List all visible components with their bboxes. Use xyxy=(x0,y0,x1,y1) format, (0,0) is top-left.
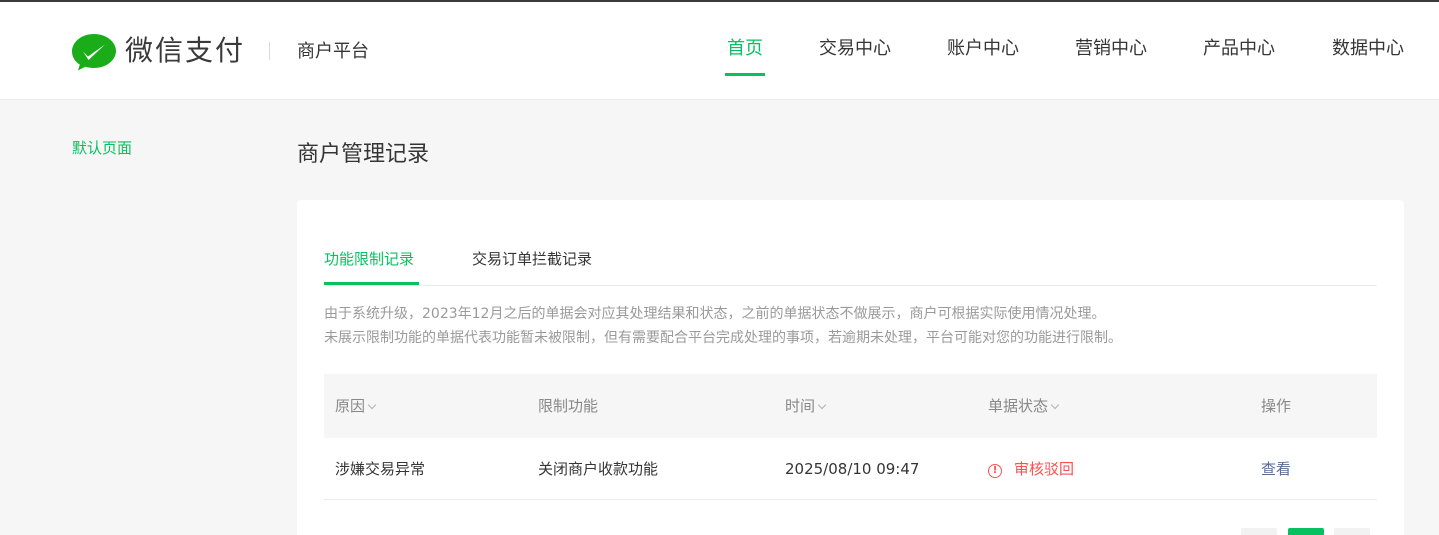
nav-account-center[interactable]: 账户中心 xyxy=(947,36,1019,62)
column-header-time-label: 时间 xyxy=(785,397,816,415)
nav-marketing-center[interactable]: 营销中心 xyxy=(1075,36,1147,62)
chevron-down-icon xyxy=(1050,400,1060,410)
notice-line-1: 由于系统升级，2023年12月之后的单据会对应其处理结果和状态，之前的单据状态不… xyxy=(324,306,1106,322)
column-header-function: 限制功能 xyxy=(538,374,598,438)
cell-function: 关闭商户收款功能 xyxy=(538,460,659,478)
chevron-down-icon xyxy=(367,400,377,410)
column-header-reason[interactable]: 原因 xyxy=(335,374,377,438)
sidebar-item-default-page[interactable]: 默认页面 xyxy=(72,137,132,159)
pagination-prev-button[interactable] xyxy=(1241,528,1277,535)
column-header-time[interactable]: 时间 xyxy=(785,374,827,438)
page-title: 商户管理记录 xyxy=(297,142,430,167)
records-table: 原因 限制功能 时间 单据状态 操作 涉嫌交易异常 关闭商户收款功能 2025/… xyxy=(324,374,1377,500)
pagination-next-button[interactable] xyxy=(1334,528,1370,535)
brand-title: 微信支付 xyxy=(125,34,246,67)
table-row: 涉嫌交易异常 关闭商户收款功能 2025/08/10 09:47 ! 审核驳回 查… xyxy=(324,438,1377,500)
tab-active-indicator xyxy=(324,282,419,285)
nav-home[interactable]: 首页 xyxy=(727,36,763,62)
view-link[interactable]: 查看 xyxy=(1261,438,1291,500)
nav-active-indicator xyxy=(725,73,765,76)
wechat-pay-logo-icon[interactable] xyxy=(71,32,117,72)
warning-icon: ! xyxy=(988,464,1002,478)
status-label: 审核驳回 xyxy=(1014,460,1075,478)
chevron-down-icon xyxy=(817,400,827,410)
top-header: 微信支付 商户平台 首页 交易中心 账户中心 营销中心 产品中心 数据中心 xyxy=(0,2,1439,100)
notice-line-2: 未展示限制功能的单据代表功能暂未被限制，但有需要配合平台完成处理的事项，若逾期未… xyxy=(324,330,1122,346)
cell-reason: 涉嫌交易异常 xyxy=(335,460,426,478)
column-header-function-label: 限制功能 xyxy=(538,397,599,415)
table-header: 原因 限制功能 时间 单据状态 操作 xyxy=(324,374,1377,438)
tab-order-interception[interactable]: 交易订单拦截记录 xyxy=(472,244,592,274)
column-header-action-label: 操作 xyxy=(1261,397,1292,415)
brand-divider xyxy=(269,42,270,60)
cell-time: 2025/08/10 09:47 xyxy=(785,460,920,478)
column-header-status[interactable]: 单据状态 xyxy=(988,374,1060,438)
nav-data-center[interactable]: 数据中心 xyxy=(1332,36,1404,62)
record-tabs: 功能限制记录 交易订单拦截记录 xyxy=(324,244,1377,286)
platform-label: 商户平台 xyxy=(297,41,369,62)
tab-function-restriction[interactable]: 功能限制记录 xyxy=(324,244,414,274)
column-header-reason-label: 原因 xyxy=(335,397,366,415)
nav-product-center[interactable]: 产品中心 xyxy=(1203,36,1275,62)
nav-trade-center[interactable]: 交易中心 xyxy=(819,36,891,62)
pagination-page-button[interactable] xyxy=(1288,528,1324,535)
notice-text: 由于系统升级，2023年12月之后的单据会对应其处理结果和状态，之前的单据状态不… xyxy=(324,302,1122,350)
status-badge: ! 审核驳回 xyxy=(988,438,1074,500)
column-header-status-label: 单据状态 xyxy=(988,397,1049,415)
records-card: 功能限制记录 交易订单拦截记录 由于系统升级，2023年12月之后的单据会对应其… xyxy=(297,200,1404,535)
column-header-action: 操作 xyxy=(1261,374,1291,438)
